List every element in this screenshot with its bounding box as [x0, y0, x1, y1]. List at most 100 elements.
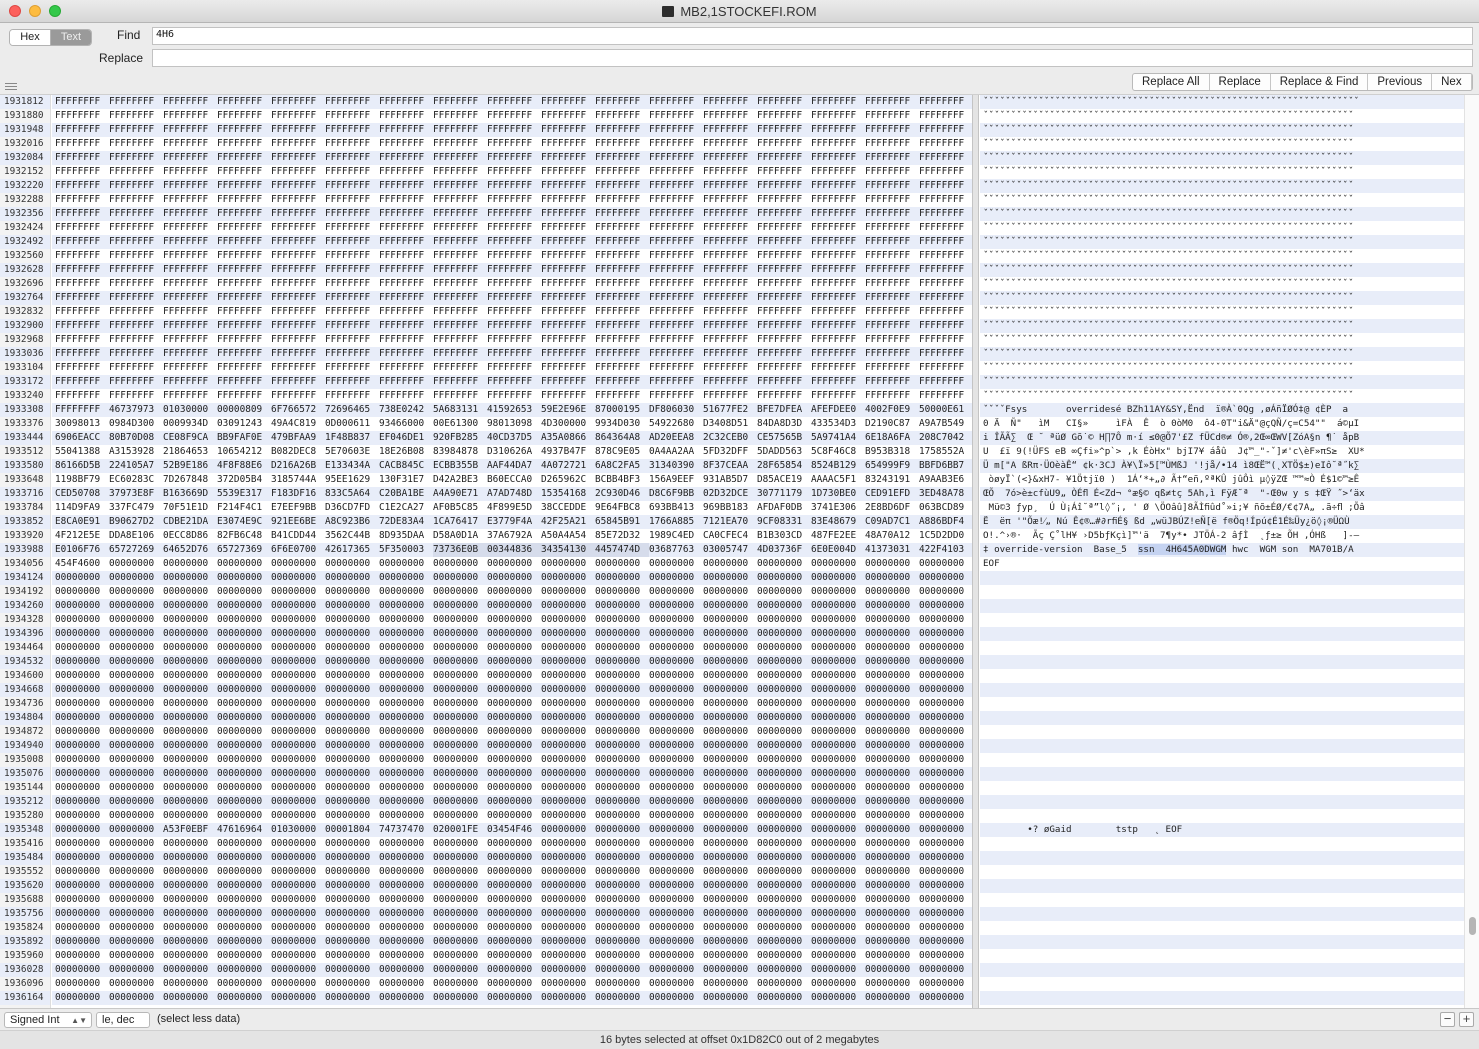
hex-word[interactable]: 64652D76	[163, 543, 217, 557]
hex-word[interactable]: 00000000	[217, 907, 271, 921]
hex-word[interactable]: 00000000	[271, 991, 325, 1005]
hex-word[interactable]: 00000000	[379, 935, 433, 949]
hex-word[interactable]: FFFFFFFF	[757, 347, 811, 361]
hex-word[interactable]: A35A0866	[541, 431, 595, 445]
hex-word[interactable]: 00000000	[379, 963, 433, 977]
grip-handle-icon[interactable]	[5, 83, 17, 90]
hex-word[interactable]: 72696465	[325, 403, 379, 417]
hex-word[interactable]: FFFFFFFF	[703, 319, 757, 333]
hex-word[interactable]: FFFFFFFF	[379, 389, 433, 403]
hex-word[interactable]: BFE7DFEA	[757, 403, 811, 417]
hex-word[interactable]: FFFFFFFF	[271, 305, 325, 319]
hex-word[interactable]: 21864653	[163, 445, 217, 459]
hex-word[interactable]: FFFFFFFF	[865, 137, 919, 151]
text-row[interactable]: ‡ override-version Base_5 ssn 4H645A0DWG…	[980, 543, 1464, 557]
hex-word[interactable]: 00000000	[919, 711, 972, 725]
text-row[interactable]	[980, 949, 1464, 963]
hex-word[interactable]: FFFFFFFF	[919, 277, 972, 291]
hex-word[interactable]: 1F48B837	[325, 431, 379, 445]
hex-word[interactable]: 00000000	[217, 697, 271, 711]
hex-word[interactable]: 00000000	[379, 795, 433, 809]
hex-word[interactable]: 00000000	[811, 655, 865, 669]
hex-row[interactable]: 00000000 00000000 00000000 00000000 00000000…	[52, 865, 972, 879]
hex-word[interactable]: 00000000	[757, 879, 811, 893]
hex-word[interactable]: 00000000	[649, 809, 703, 823]
hex-word[interactable]: 00000000	[757, 893, 811, 907]
hex-word[interactable]: 83984878	[433, 445, 487, 459]
hex-word[interactable]: B163669D	[163, 487, 217, 501]
hex-word[interactable]: 00000000	[541, 823, 595, 837]
hex-word[interactable]: FFFFFFFF	[595, 193, 649, 207]
hex-word[interactable]: FFFFFFFF	[487, 95, 541, 109]
hex-word[interactable]: 00000000	[217, 683, 271, 697]
hex-word[interactable]: FFFFFFFF	[649, 389, 703, 403]
hex-word[interactable]: FFFFFFFF	[811, 263, 865, 277]
hex-word[interactable]: 00000000	[109, 711, 163, 725]
hex-word[interactable]: 00000000	[811, 613, 865, 627]
hex-word[interactable]: 00000000	[487, 683, 541, 697]
hex-word[interactable]: FFFFFFFF	[163, 249, 217, 263]
hex-word[interactable]: 3185744A	[271, 473, 325, 487]
hex-word[interactable]: 00000000	[649, 697, 703, 711]
hex-word[interactable]: FFFFFFFF	[163, 235, 217, 249]
hex-word[interactable]: 00000000	[163, 739, 217, 753]
hex-word[interactable]: A50A4A54	[541, 529, 595, 543]
hex-word[interactable]: FFFFFFFF	[865, 361, 919, 375]
hex-word[interactable]: 00000000	[487, 795, 541, 809]
hex-word[interactable]: 00000000	[109, 907, 163, 921]
hex-word[interactable]: FFFFFFFF	[865, 333, 919, 347]
hex-word[interactable]: FFFFFFFF	[703, 137, 757, 151]
text-row[interactable]	[980, 571, 1464, 585]
hex-word[interactable]: FFFFFFFF	[55, 403, 109, 417]
hex-word[interactable]: FFFFFFFF	[163, 151, 217, 165]
hex-word[interactable]: FFFFFFFF	[919, 221, 972, 235]
hex-word[interactable]: AAF44DA7	[487, 459, 541, 473]
hex-row[interactable]: FFFFFFFF FFFFFFFF FFFFFFFF FFFFFFFF FFFFFFFF…	[52, 375, 972, 389]
hex-word[interactable]: FFFFFFFF	[217, 375, 271, 389]
hex-word[interactable]: 00000000	[487, 767, 541, 781]
hex-word[interactable]: 00000000	[163, 935, 217, 949]
hex-word[interactable]: FFFFFFFF	[217, 179, 271, 193]
hex-row[interactable]: FFFFFFFF FFFFFFFF FFFFFFFF FFFFFFFF FFFFFFFF…	[52, 207, 972, 221]
hex-row[interactable]: FFFFFFFF FFFFFFFF FFFFFFFF FFFFFFFF FFFFFFFF…	[52, 123, 972, 137]
hex-word[interactable]: 00000000	[433, 935, 487, 949]
hex-word[interactable]: 00000000	[757, 865, 811, 879]
hex-word[interactable]: 00000000	[487, 725, 541, 739]
hex-word[interactable]: 00000000	[811, 711, 865, 725]
hex-word[interactable]: 00000000	[433, 893, 487, 907]
hex-word[interactable]: 00000000	[487, 893, 541, 907]
hex-word[interactable]: 00000000	[919, 585, 972, 599]
hex-word[interactable]: 83E48679	[811, 515, 865, 529]
hex-word[interactable]: FFFFFFFF	[757, 249, 811, 263]
hex-word[interactable]: FFFFFFFF	[487, 235, 541, 249]
hex-word[interactable]: FFFFFFFF	[649, 207, 703, 221]
hex-word[interactable]: 00000000	[649, 627, 703, 641]
hex-word[interactable]: 2E8BD6DF	[865, 501, 919, 515]
hex-word[interactable]: 00000000	[649, 683, 703, 697]
hex-word[interactable]: 00000000	[379, 991, 433, 1005]
next-button[interactable]: Nex	[1432, 74, 1472, 90]
hex-word[interactable]: 00000000	[325, 655, 379, 669]
hex-word[interactable]: 00000000	[325, 725, 379, 739]
text-row[interactable]	[980, 683, 1464, 697]
hex-word[interactable]: 01030000	[271, 823, 325, 837]
hex-word[interactable]: FFFFFFFF	[217, 109, 271, 123]
hex-word[interactable]: 00000000	[703, 823, 757, 837]
hex-word[interactable]: 00000000	[757, 781, 811, 795]
hex-word[interactable]: 00000000	[217, 851, 271, 865]
hex-word[interactable]: 00000000	[595, 739, 649, 753]
hex-word[interactable]: FFFFFFFF	[595, 249, 649, 263]
hex-word[interactable]: DF806030	[649, 403, 703, 417]
hex-word[interactable]: FFFFFFFF	[757, 305, 811, 319]
hex-word[interactable]: A4A90E71	[433, 487, 487, 501]
hex-word[interactable]: FFFFFFFF	[487, 319, 541, 333]
hex-word[interactable]: 00000000	[919, 683, 972, 697]
hex-word[interactable]: 00000000	[55, 977, 109, 991]
hex-word[interactable]: 00000000	[433, 907, 487, 921]
hex-word[interactable]: 00000000	[595, 837, 649, 851]
hex-word[interactable]: 00000000	[379, 809, 433, 823]
hex-word[interactable]: 00000000	[595, 991, 649, 1005]
hex-word[interactable]: 8D935DAA	[379, 529, 433, 543]
hex-word[interactable]: 9E64FBC8	[595, 501, 649, 515]
hex-word[interactable]: 00000000	[433, 851, 487, 865]
